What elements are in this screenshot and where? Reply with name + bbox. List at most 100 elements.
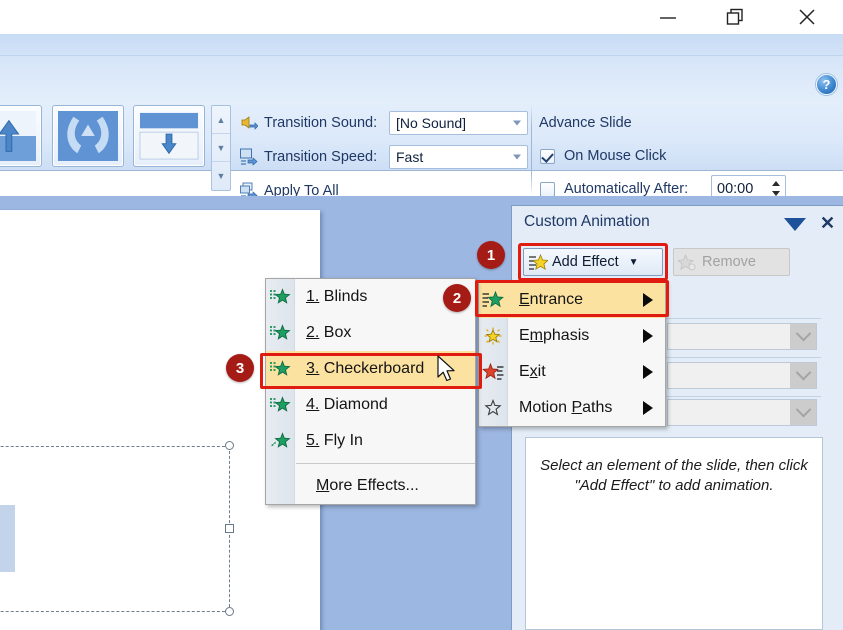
on-mouse-click-checkbox[interactable] — [540, 148, 555, 164]
effect-property-select[interactable] — [667, 362, 817, 389]
restore-button[interactable] — [713, 0, 759, 34]
entrance-effects-submenu: 1. Blinds 2. Box 3. Checkerboard 4. Diam… — [265, 278, 476, 505]
step-badge-1: 1 — [477, 241, 505, 269]
chevron-down-icon — [790, 324, 816, 349]
automatically-after-value: 00:00 — [717, 180, 754, 197]
add-effect-category-menu: Entrance Emphasis Exit Motion Paths — [478, 281, 666, 427]
menu-item-fly-in-label: 5. Fly In — [294, 432, 363, 450]
transition-speed-row: Transition Speed: — [239, 147, 377, 166]
step-badge-3: 3 — [226, 354, 254, 382]
minimize-icon — [660, 17, 676, 19]
transition-sound-label: Transition Sound: — [264, 114, 378, 131]
pane-title: Custom Animation — [524, 213, 650, 230]
gallery-scroll-up-button[interactable]: ▲ — [212, 106, 230, 134]
effect-number-5: 5. — [306, 432, 320, 449]
powerpoint-window: ? ▲ ▼ ▼ Transition Sound: [No Sound] Tra… — [0, 0, 843, 630]
transition-thumbnail-1[interactable] — [0, 105, 42, 167]
menu-item-diamond[interactable]: 4. Diamond — [266, 387, 475, 423]
transition-thumb-art-1 — [0, 111, 36, 161]
ribbon-divider — [531, 104, 532, 196]
automatically-after-checkbox[interactable] — [540, 181, 555, 197]
effect-label-3: Checkerboard — [323, 360, 425, 377]
transition-thumb-art-2 — [58, 111, 118, 161]
menu-item-emphasis[interactable]: Emphasis — [479, 318, 665, 354]
menu-separator — [296, 463, 475, 464]
add-effect-star-icon — [524, 253, 552, 271]
spinner-up-icon[interactable] — [772, 180, 780, 186]
menu-item-emphasis-label: Emphasis — [519, 327, 590, 344]
minimize-button[interactable] — [645, 0, 691, 34]
chevron-down-bar-icon: ▼ — [216, 171, 226, 181]
submenu-arrow-icon — [643, 329, 653, 343]
close-icon — [799, 9, 815, 25]
menu-item-box[interactable]: 2. Box — [266, 315, 475, 351]
transition-sound-value: [No Sound] — [396, 115, 467, 131]
transition-sound-select[interactable]: [No Sound] — [389, 111, 528, 135]
add-effect-button[interactable]: Add Effect ▼ — [523, 248, 663, 276]
effect-number-3: 3. — [306, 360, 320, 377]
pane-dropdown-icon[interactable] — [784, 218, 806, 231]
remove-effect-button[interactable]: Remove — [673, 248, 790, 276]
motion-paths-star-icon — [479, 399, 507, 417]
menu-item-fly-in[interactable]: 5. Fly In — [266, 423, 475, 459]
add-effect-wrap: Add Effect ▼ — [523, 248, 663, 276]
menu-item-more-effects-label: More Effects... — [316, 477, 419, 494]
submenu-arrow-icon — [643, 365, 653, 379]
pane-close-icon[interactable]: ✕ — [820, 214, 835, 232]
transition-speed-select[interactable]: Fast — [389, 145, 528, 169]
exit-star-icon — [479, 363, 507, 381]
resize-handle-top-right[interactable] — [225, 441, 234, 450]
menu-item-motion-paths[interactable]: Motion Paths — [479, 390, 665, 426]
effect-number-2: 2. — [306, 324, 320, 341]
menu-item-diamond-label: 4. Diamond — [294, 396, 388, 414]
effect-label-4: Diamond — [323, 396, 388, 413]
gallery-more-button[interactable]: ▼ — [212, 162, 230, 190]
submenu-arrow-icon — [643, 293, 653, 307]
help-glyph: ? — [822, 77, 831, 92]
transition-thumbnail-2[interactable] — [52, 105, 124, 167]
remove-effect-label: Remove — [702, 254, 756, 270]
transition-thumb-art-3 — [139, 111, 199, 161]
add-effect-label: Add Effect — [552, 254, 619, 270]
transition-speed-value: Fast — [396, 149, 424, 165]
menu-item-exit-label: Exit — [519, 363, 546, 380]
menu-item-box-label: 2. Box — [294, 324, 351, 342]
animation-info-box: Select an element of the slide, then cli… — [525, 437, 823, 630]
automatically-after-row[interactable]: Automatically After: — [540, 181, 688, 197]
mouse-cursor — [437, 355, 459, 390]
automatically-after-label: Automatically After: — [564, 181, 689, 197]
selected-text-placeholder[interactable] — [0, 446, 230, 612]
submenu-arrow-icon — [643, 401, 653, 415]
close-window-button[interactable] — [784, 0, 830, 34]
chevron-down-icon — [790, 400, 816, 425]
pane-header: Custom Animation ✕ — [512, 206, 843, 240]
menu-item-checkerboard-label: 3. Checkerboard — [294, 360, 424, 378]
transition-thumbnail-3[interactable] — [133, 105, 205, 167]
remove-star-icon — [674, 253, 702, 271]
chevron-down-icon — [513, 154, 521, 160]
effect-number-4: 4. — [306, 396, 320, 413]
menu-item-entrance[interactable]: Entrance — [479, 282, 665, 318]
transition-sound-icon — [239, 113, 259, 132]
effect-speed-select[interactable] — [667, 399, 817, 426]
title-bar — [0, 0, 843, 34]
chevron-down-icon — [513, 120, 521, 126]
help-icon[interactable]: ? — [816, 74, 837, 95]
transition-gallery-scroll[interactable]: ▲ ▼ ▼ — [211, 105, 231, 191]
on-mouse-click-row[interactable]: On Mouse Click — [540, 148, 666, 164]
chevron-down-icon — [790, 363, 816, 388]
resize-handle-bottom-right[interactable] — [225, 607, 234, 616]
menu-item-entrance-label: Entrance — [519, 291, 584, 308]
menu-item-motion-paths-label: Motion Paths — [519, 399, 613, 416]
entrance-effect-icon — [266, 396, 294, 414]
entrance-star-icon — [479, 291, 507, 309]
menu-item-exit[interactable]: Exit — [479, 354, 665, 390]
resize-handle-middle-right[interactable] — [225, 524, 234, 533]
chevron-down-icon: ▼ — [628, 256, 639, 268]
menu-item-more-effects[interactable]: More Effects... — [266, 468, 475, 504]
selected-slide-text[interactable]: n — [0, 505, 15, 572]
emphasis-star-icon — [479, 327, 507, 345]
gallery-scroll-down-button[interactable]: ▼ — [212, 134, 230, 162]
entrance-effect-icon — [266, 360, 294, 378]
effect-start-select[interactable] — [667, 323, 817, 350]
